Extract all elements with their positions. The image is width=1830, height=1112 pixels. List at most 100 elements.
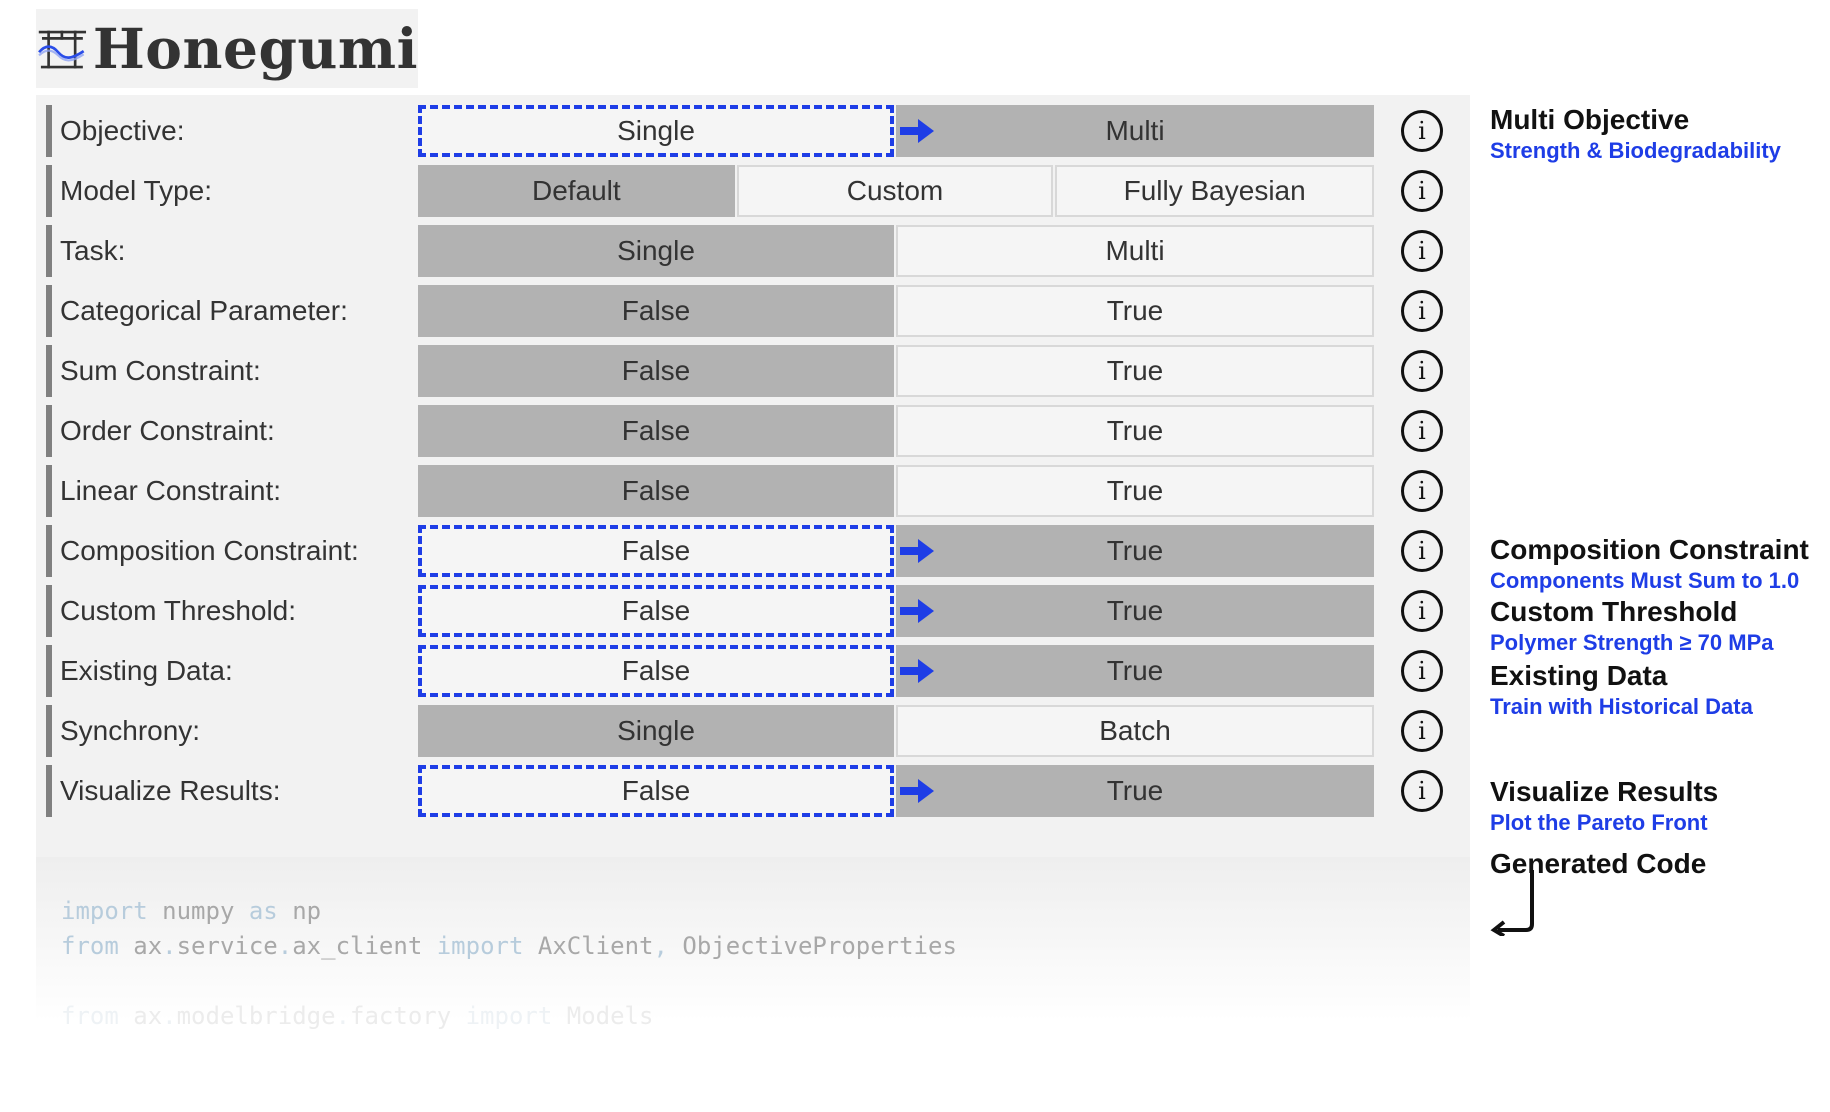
option-button-false[interactable]: False [418, 405, 894, 457]
code-keyword: import [436, 932, 524, 960]
right-arrow-icon [900, 659, 934, 683]
option-button-fully-bayesian[interactable]: Fully Bayesian [1055, 165, 1374, 217]
option-row-task: Task: Single Multi i [36, 225, 1470, 277]
option-button-false[interactable]: False [418, 645, 894, 697]
option-label: Existing Data: [46, 645, 233, 697]
right-arrow-icon [900, 599, 934, 623]
code-line: from ax.service.ax_client import AxClien… [61, 932, 957, 960]
option-button-custom[interactable]: Custom [736, 165, 1054, 217]
option-button-batch[interactable]: Batch [896, 705, 1374, 757]
option-button-true[interactable]: True [896, 765, 1374, 817]
option-label: Objective: [46, 105, 185, 157]
code-text: factory [350, 1002, 466, 1030]
generated-code-block: import numpy as np from ax.service.ax_cli… [36, 857, 1470, 1050]
option-button-single[interactable]: Single [418, 105, 894, 157]
option-button-false[interactable]: False [418, 765, 894, 817]
code-text: numpy [147, 897, 249, 925]
option-button-single[interactable]: Single [418, 225, 894, 277]
info-icon[interactable]: i [1401, 110, 1443, 152]
option-row-sum-constraint: Sum Constraint: False True i [36, 345, 1470, 397]
option-button-multi[interactable]: Multi [896, 225, 1374, 277]
option-button-false[interactable]: False [418, 345, 894, 397]
option-button-single[interactable]: Single [418, 705, 894, 757]
annotation-subtitle: Train with Historical Data [1490, 694, 1753, 719]
option-button-false[interactable]: False [418, 525, 894, 577]
option-button-false[interactable]: False [418, 285, 894, 337]
option-button-true[interactable]: True [896, 465, 1374, 517]
option-label: Order Constraint: [46, 405, 275, 457]
option-button-true[interactable]: True [896, 345, 1374, 397]
info-icon[interactable]: i [1401, 530, 1443, 572]
options-panel: Objective: Single Multi i Model Type: Default… [36, 95, 1470, 1050]
option-button-default[interactable]: Default [418, 165, 735, 217]
annotation-title: Multi Objective [1490, 104, 1690, 135]
torii-gate-logo-icon [38, 30, 87, 68]
info-icon[interactable]: i [1401, 290, 1443, 332]
option-button-true[interactable]: True [896, 645, 1374, 697]
option-row-objective: Objective: Single Multi i [36, 105, 1470, 157]
option-row-existing-data: Existing Data: False True i [36, 645, 1470, 697]
option-row-categorical-parameter: Categorical Parameter: False True i [36, 285, 1470, 337]
code-keyword: import [61, 897, 148, 925]
code-text: np [277, 897, 322, 925]
code-keyword: , [653, 932, 668, 960]
code-keyword: import [465, 1002, 553, 1030]
code-keyword: . [162, 1002, 177, 1030]
code-keyword: . [162, 932, 177, 960]
option-label: Task: [46, 225, 125, 277]
code-text: ax [118, 932, 163, 960]
code-text: ObjectiveProperties [667, 932, 957, 960]
option-label: Synchrony: [46, 705, 200, 757]
option-button-false[interactable]: False [418, 465, 894, 517]
annotation-title: Custom Threshold [1490, 596, 1738, 627]
option-button-multi[interactable]: Multi [896, 105, 1374, 157]
option-label: Model Type: [46, 165, 212, 217]
annotation-title: Existing Data [1490, 660, 1668, 691]
code-keyword: from [61, 932, 119, 960]
info-icon[interactable]: i [1401, 650, 1443, 692]
option-row-model-type: Model Type: Default Custom Fully Bayesian i [36, 165, 1470, 217]
info-icon[interactable]: i [1401, 350, 1443, 392]
option-row-custom-threshold: Custom Threshold: False True i [36, 585, 1470, 637]
info-icon[interactable]: i [1401, 470, 1443, 512]
code-line: from ax.modelbridge.factory import Model… [61, 1002, 653, 1030]
option-row-synchrony: Synchrony: Single Batch i [36, 705, 1470, 757]
code-keyword: from [61, 1002, 119, 1030]
option-button-true[interactable]: True [896, 405, 1374, 457]
code-keyword: . [277, 932, 293, 960]
right-arrow-icon [900, 539, 934, 563]
option-label: Custom Threshold: [46, 585, 296, 637]
code-keyword: . [335, 1002, 351, 1030]
info-icon[interactable]: i [1401, 590, 1443, 632]
info-icon[interactable]: i [1401, 710, 1443, 752]
annotation-custom-threshold: Custom Threshold Polymer Strength ≥ 70 M… [1490, 596, 1774, 656]
option-button-true[interactable]: True [896, 285, 1374, 337]
info-icon[interactable]: i [1401, 770, 1443, 812]
option-button-false[interactable]: False [418, 585, 894, 637]
annotation-subtitle: Strength & Biodegradability [1490, 138, 1781, 163]
return-arrow-icon [1490, 870, 1534, 936]
option-button-true[interactable]: True [896, 525, 1374, 577]
code-text: ax_client [292, 932, 437, 960]
info-icon[interactable]: i [1401, 410, 1443, 452]
option-label: Linear Constraint: [46, 465, 281, 517]
code-line: import numpy as np [61, 897, 321, 925]
option-row-linear-constraint: Linear Constraint: False True i [36, 465, 1470, 517]
right-arrow-icon [900, 779, 934, 803]
right-arrow-icon [900, 119, 934, 143]
option-row-visualize-results: Visualize Results: False True i [36, 765, 1470, 817]
option-label: Categorical Parameter: [46, 285, 348, 337]
annotation-composition-constraint: Composition Constraint Components Must S… [1490, 534, 1809, 594]
option-row-composition-constraint: Composition Constraint: False True i [36, 525, 1470, 577]
code-keyword: as [248, 897, 278, 925]
code-text: Models [552, 1002, 654, 1030]
code-text: service [176, 932, 278, 960]
code-text: modelbridge [176, 1002, 336, 1030]
info-icon[interactable]: i [1401, 230, 1443, 272]
info-icon[interactable]: i [1401, 170, 1443, 212]
annotation-subtitle: Polymer Strength ≥ 70 MPa [1490, 630, 1774, 655]
option-button-true[interactable]: True [896, 585, 1374, 637]
annotation-title: Composition Constraint [1490, 534, 1809, 565]
code-text: AxClient [523, 932, 654, 960]
option-label: Sum Constraint: [46, 345, 261, 397]
